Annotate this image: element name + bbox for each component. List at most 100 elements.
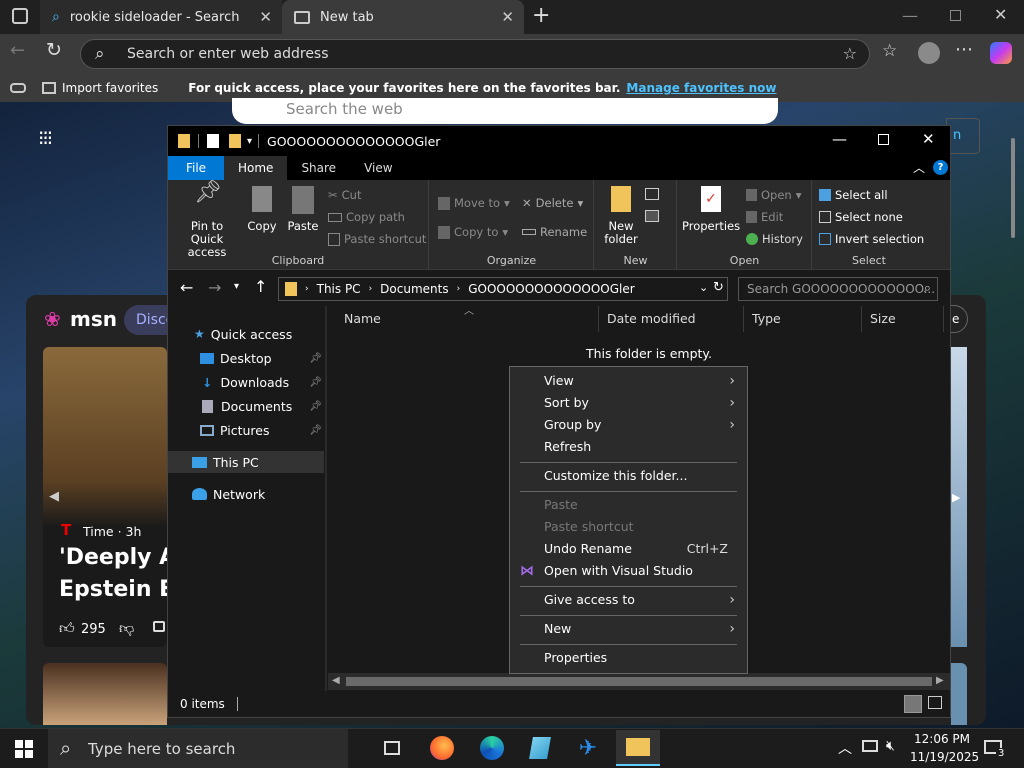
menu-item-properties[interactable]: Properties bbox=[510, 647, 747, 669]
edit-button[interactable]: Edit bbox=[746, 210, 783, 224]
refresh-icon[interactable]: ↻ bbox=[46, 39, 62, 61]
copy-button[interactable]: Copy bbox=[244, 186, 280, 233]
delete-button[interactable]: ✕ Delete ▾ bbox=[522, 196, 583, 210]
tab-file[interactable]: File bbox=[168, 156, 224, 180]
recent-locations-icon[interactable]: ▾ bbox=[234, 281, 239, 292]
favorites-icon[interactable]: ☆ bbox=[882, 41, 897, 61]
menu-item-group-by[interactable]: Group by › bbox=[510, 414, 747, 436]
edge-icon[interactable] bbox=[470, 730, 514, 766]
menu-item-customize[interactable]: Customize this folder... bbox=[510, 465, 747, 487]
back-icon[interactable]: ← bbox=[10, 40, 25, 61]
more-icon[interactable]: ⋯ bbox=[955, 39, 973, 60]
back-icon[interactable]: ← bbox=[180, 278, 193, 297]
side-card-bottom[interactable] bbox=[951, 663, 967, 725]
news-card[interactable]: ◀ T Time · 3h 'Deeply As Epstein En 👍︎ 2… bbox=[43, 347, 190, 647]
dislike-icon[interactable]: 👎︎ bbox=[119, 619, 134, 638]
start-windows-icon[interactable] bbox=[15, 740, 33, 758]
close-window-icon[interactable]: ✕ bbox=[994, 5, 1007, 24]
new-item-icon[interactable] bbox=[645, 188, 659, 200]
nav-pictures[interactable]: Pictures 📌︎ bbox=[168, 419, 324, 441]
up-icon[interactable]: ↑ bbox=[254, 277, 267, 296]
sign-in-button[interactable]: n bbox=[946, 118, 980, 154]
breadcrumb[interactable]: › This PC › Documents › GOOOOOOOOOOOOOOG… bbox=[278, 277, 728, 301]
tab-search[interactable]: ⌕ rookie sideloader - Search ✕ bbox=[40, 0, 282, 34]
volume-muted-icon[interactable]: 🔇︎ bbox=[886, 738, 895, 754]
copilot-icon[interactable] bbox=[990, 42, 1012, 64]
close-tab-icon[interactable]: ✕ bbox=[501, 8, 514, 26]
add-tab-icon[interactable]: + bbox=[532, 3, 550, 28]
rename-button[interactable]: Rename bbox=[522, 225, 587, 239]
history-button[interactable]: History bbox=[746, 232, 803, 246]
import-favorites-button[interactable]: Import favorites bbox=[42, 81, 158, 95]
breadcrumb-documents[interactable]: Documents bbox=[380, 282, 448, 296]
new-folder-button[interactable]: New folder bbox=[599, 186, 643, 246]
copy-to-button[interactable]: Copy to ▾ bbox=[438, 225, 508, 239]
star-icon[interactable]: ☆ bbox=[843, 44, 857, 63]
cut-button[interactable]: ✂ Cut bbox=[328, 188, 361, 202]
breadcrumb-this-pc[interactable]: This PC bbox=[317, 282, 361, 296]
nav-this-pc[interactable]: This PC bbox=[168, 451, 324, 473]
copy-path-button[interactable]: Copy path bbox=[328, 210, 405, 224]
news-card-thumb[interactable] bbox=[43, 663, 167, 725]
minimize-icon[interactable]: — bbox=[902, 6, 918, 25]
manage-favorites-link[interactable]: Manage favorites now bbox=[626, 81, 776, 95]
close-tab-icon[interactable]: ✕ bbox=[259, 8, 272, 26]
refresh-icon[interactable]: ↻ bbox=[713, 280, 724, 295]
invert-selection-button[interactable]: Invert selection bbox=[819, 232, 924, 246]
clock-time[interactable]: 12:06 PM bbox=[914, 732, 970, 746]
select-none-button[interactable]: Select none bbox=[819, 210, 903, 224]
menu-item-new[interactable]: New › bbox=[510, 618, 747, 640]
nav-downloads[interactable]: ↓ Downloads 📌︎ bbox=[168, 371, 324, 393]
forward-icon[interactable]: → bbox=[208, 278, 221, 297]
tab-new-tab[interactable]: New tab ✕ bbox=[282, 0, 524, 34]
breadcrumb-current[interactable]: GOOOOOOOOOOOOOOGler bbox=[468, 282, 634, 296]
column-type[interactable]: Type bbox=[744, 306, 862, 332]
properties-button[interactable]: ✓ Properties bbox=[682, 186, 740, 233]
like-icon[interactable]: 👍︎ bbox=[59, 619, 75, 638]
carousel-prev-icon[interactable]: ◀ bbox=[49, 489, 59, 504]
open-button[interactable]: Open ▾ bbox=[746, 188, 802, 202]
discover-button[interactable]: Disco bbox=[124, 305, 174, 335]
apps-grid-icon[interactable]: ⁝⁝⁝ bbox=[38, 126, 53, 150]
easy-access-icon[interactable] bbox=[645, 210, 659, 222]
nav-desktop[interactable]: Desktop 📌︎ bbox=[168, 347, 324, 369]
firefox-icon[interactable] bbox=[420, 730, 464, 766]
clock-date[interactable]: 11/19/2025 bbox=[910, 750, 979, 764]
notepad-icon[interactable] bbox=[518, 730, 562, 766]
carousel-next-icon[interactable]: ▶ bbox=[952, 491, 960, 504]
address-dropdown-icon[interactable]: ⌄ bbox=[699, 281, 708, 294]
comment-icon[interactable] bbox=[153, 621, 165, 632]
reading-icon[interactable] bbox=[10, 83, 26, 93]
new-folder-qat-icon[interactable] bbox=[229, 134, 241, 148]
network-status-icon[interactable] bbox=[862, 740, 878, 752]
maximize-icon[interactable] bbox=[878, 134, 889, 145]
scroll-thumb[interactable] bbox=[346, 677, 932, 686]
pane-divider[interactable] bbox=[325, 306, 327, 691]
paste-shortcut-button[interactable]: Paste shortcut bbox=[328, 232, 426, 246]
move-to-button[interactable]: Move to ▾ bbox=[438, 196, 510, 210]
task-view-icon[interactable] bbox=[370, 730, 414, 766]
menu-item-open-visual-studio[interactable]: ⋈ Open with Visual Studio bbox=[510, 560, 747, 582]
nav-documents[interactable]: Documents 📌︎ bbox=[168, 395, 324, 417]
taskbar-search[interactable]: ⌕ Type here to search bbox=[48, 729, 348, 768]
horizontal-scrollbar[interactable]: ◀ ▶ bbox=[328, 673, 950, 690]
folder-search-input[interactable]: Search GOOOOOOOOOOOOO... ⌕ bbox=[738, 277, 938, 301]
scroll-left-icon[interactable]: ◀ bbox=[332, 675, 340, 686]
pin-quick-access-button[interactable]: 📌︎ Pin to Quick access bbox=[174, 182, 240, 259]
tab-view[interactable]: View bbox=[350, 156, 406, 180]
column-date-modified[interactable]: Date modified bbox=[599, 306, 744, 332]
details-view-icon[interactable] bbox=[904, 695, 922, 713]
restore-icon[interactable] bbox=[950, 10, 961, 21]
properties-qat-icon[interactable] bbox=[207, 134, 219, 148]
profile-avatar[interactable] bbox=[918, 42, 940, 64]
tab-home[interactable]: Home bbox=[224, 156, 288, 180]
tab-share[interactable]: Share bbox=[287, 156, 350, 180]
minimize-icon[interactable]: — bbox=[832, 130, 847, 148]
nav-quick-access[interactable]: ★ Quick access bbox=[168, 323, 324, 345]
column-size[interactable]: Size bbox=[862, 306, 944, 332]
large-icons-view-icon[interactable] bbox=[928, 696, 942, 709]
tab-actions-icon[interactable] bbox=[12, 8, 28, 24]
nav-network[interactable]: Network bbox=[168, 483, 324, 505]
menu-item-view[interactable]: View › bbox=[510, 370, 747, 392]
help-icon[interactable]: ? bbox=[933, 160, 948, 175]
